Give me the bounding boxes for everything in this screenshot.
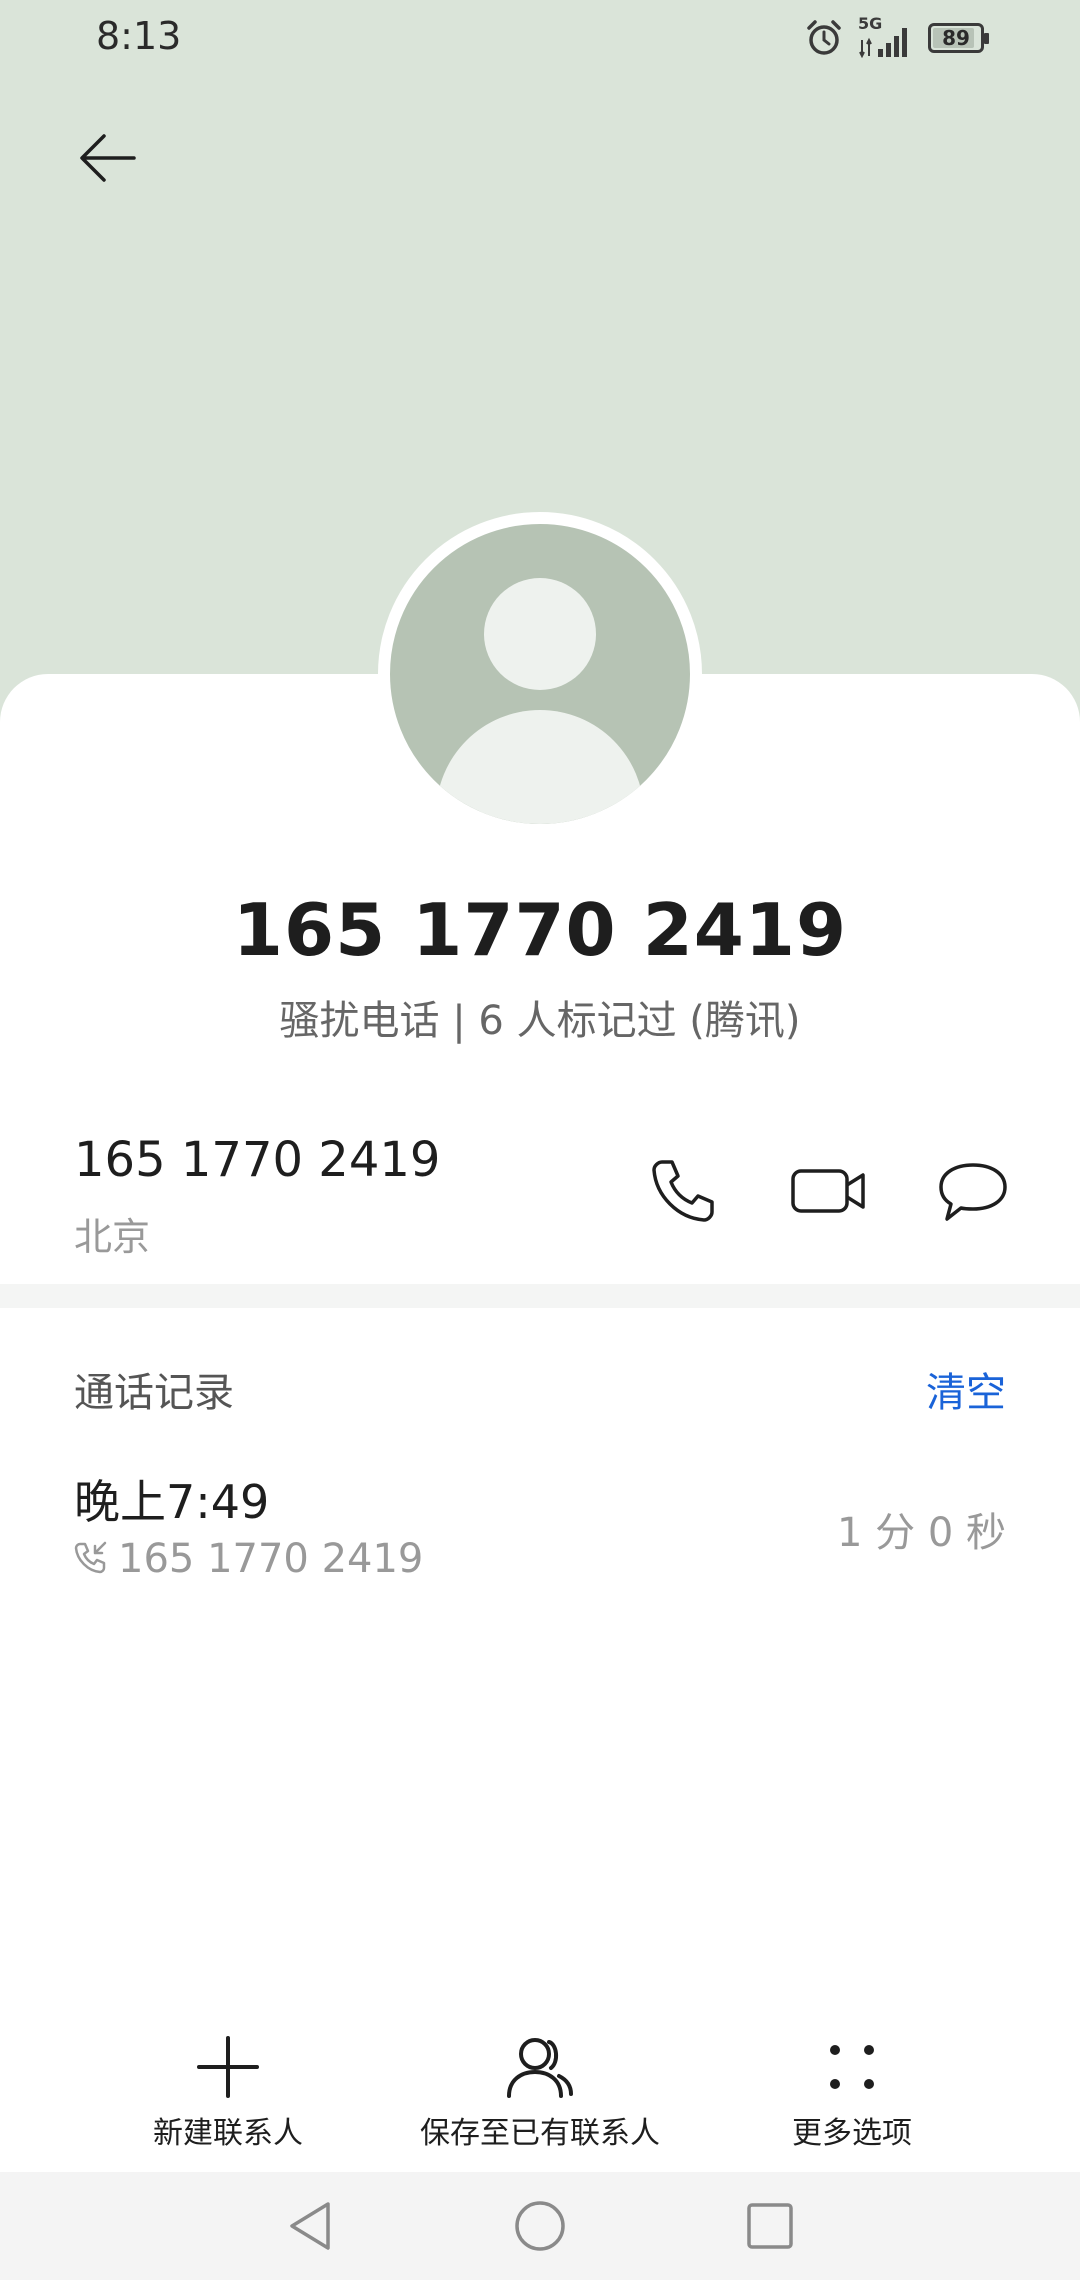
incoming-call-icon [74, 1541, 107, 1574]
battery-icon: 89 [928, 23, 989, 53]
number-row[interactable]: 165 1770 2419 北京 [0, 1120, 1080, 1280]
call-log-number: 165 1770 2419 [118, 1536, 424, 1582]
signal-icon: 5G [858, 14, 914, 58]
save-to-existing-contact-label: 保存至已有联系人 [420, 2116, 660, 2151]
phone-icon [652, 1160, 714, 1222]
home-circle-icon [515, 2201, 565, 2251]
more-options-button[interactable]: 更多选项 [692, 2018, 1012, 2170]
call-log-time: 晚上7:49 [74, 1475, 270, 1529]
nav-back-button[interactable] [280, 2196, 340, 2256]
new-contact-label: 新建联系人 [153, 2116, 303, 2151]
screen: 8:13 5G 89 165 1770 2419 骚扰电话 | 6 人标记过 (… [0, 0, 1080, 2280]
number-text: 165 1770 2419 [74, 1132, 441, 1188]
system-nav-bar [0, 2172, 1080, 2280]
person-placeholder-icon [484, 578, 596, 690]
clear-call-log-button[interactable]: 清空 [926, 1360, 1006, 1418]
call-log-entry[interactable]: 晚上7:49 165 1770 2419 1 分 0 秒 [0, 1450, 1080, 1600]
nav-home-button[interactable] [510, 2196, 570, 2256]
spam-tag: 骚扰电话 | 6 人标记过 (腾讯) [279, 998, 801, 1044]
message-button[interactable] [928, 1146, 1018, 1236]
nav-recents-button[interactable] [740, 2196, 800, 2256]
call-button[interactable] [638, 1146, 728, 1236]
section-divider [0, 1284, 1080, 1308]
recents-square-icon [747, 2203, 793, 2249]
video-camera-icon [791, 1169, 865, 1213]
contacts-icon [507, 2038, 573, 2098]
call-log-duration: 1 分 0 秒 [836, 1510, 1006, 1556]
number-location: 北京 [74, 1215, 151, 1259]
status-icons: 5G 89 [804, 14, 989, 60]
back-button[interactable] [66, 116, 150, 200]
person-placeholder-body [436, 710, 644, 824]
bottom-action-bar: 新建联系人 保存至已有联系人 更多选项 [0, 2018, 1080, 2170]
back-arrow-icon [80, 134, 136, 182]
status-bar: 8:13 5G 89 [0, 0, 1080, 74]
alarm-icon [807, 20, 841, 55]
chat-bubble-icon [939, 1163, 1007, 1221]
more-dots-icon [830, 2045, 874, 2089]
back-triangle-icon [290, 2202, 330, 2250]
video-call-button[interactable] [784, 1146, 874, 1236]
save-to-existing-contact-button[interactable]: 保存至已有联系人 [380, 2018, 700, 2170]
status-time: 8:13 [96, 14, 182, 58]
more-options-label: 更多选项 [792, 2116, 912, 2151]
plus-icon [197, 2036, 259, 2098]
new-contact-button[interactable]: 新建联系人 [68, 2018, 388, 2170]
contact-number-title: 165 1770 2419 [232, 888, 848, 972]
avatar[interactable] [378, 512, 702, 836]
call-log-title: 通话记录 [74, 1370, 234, 1416]
battery-percent: 89 [942, 26, 970, 50]
